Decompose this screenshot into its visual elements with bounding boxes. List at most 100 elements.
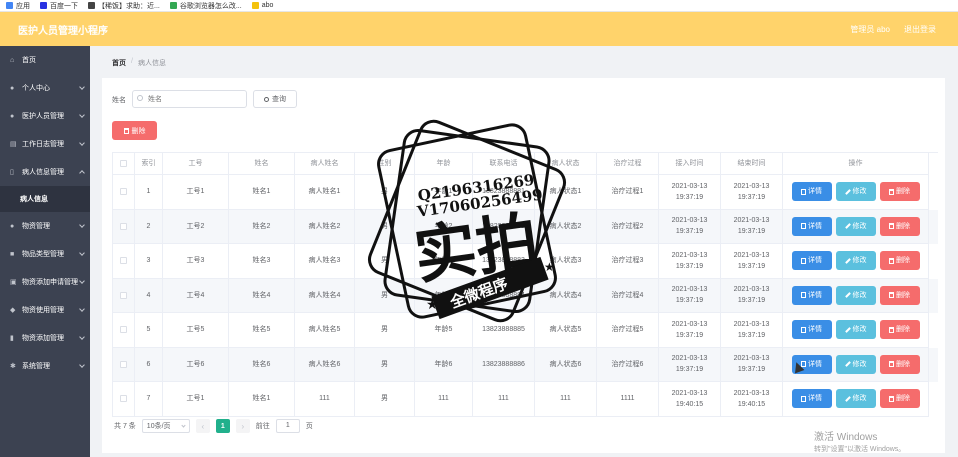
sidebar-item-label: 病人信息管理: [22, 169, 64, 176]
row-checkbox[interactable]: [120, 291, 127, 299]
page-size-select[interactable]: 10条/页: [141, 419, 190, 433]
search-button[interactable]: 查询: [253, 90, 297, 108]
actions-cell: 详情 修改 删除: [783, 244, 929, 279]
edit-button[interactable]: 修改: [835, 251, 876, 271]
table-cell: 工号4: [163, 278, 229, 313]
page-size-value: 10条/页: [146, 423, 171, 430]
table-row: 3 工号3 姓名3 病人姓名3 男年龄3 13823888883 病人状态3 治疗过程3 202…: [113, 244, 938, 279]
row-checkbox[interactable]: [120, 395, 127, 403]
actions-cell: 详情 修改 删除: [783, 313, 929, 348]
sidebar-item-label: 工作日志管理: [22, 141, 64, 148]
row-checkbox[interactable]: [120, 360, 127, 368]
goto-prefix: 前往: [255, 423, 270, 430]
table-cell: 2021-03-13 19:37:19: [659, 209, 721, 244]
delete-button[interactable]: 删除: [879, 354, 920, 374]
sidebar-item[interactable]: ● 物资管理: [0, 212, 90, 240]
sidebar-item[interactable]: ✱ 系统管理: [0, 352, 90, 380]
edit-button-label: 修改: [852, 395, 867, 403]
table-cell: 病人状态5: [535, 313, 597, 348]
breadcrumb: 首页 / 病人信息: [112, 58, 166, 68]
bookmark-item[interactable]: 应用: [6, 1, 30, 11]
select-all-checkbox[interactable]: [120, 160, 127, 167]
logout-link[interactable]: 退出登录: [904, 24, 936, 35]
chevron-down-icon: [79, 140, 85, 146]
table-cell: 男: [355, 347, 415, 382]
bulk-delete-button[interactable]: 删除: [112, 121, 157, 140]
sidebar-item[interactable]: ■ 物品类型管理: [0, 240, 90, 268]
table-cell: 1: [135, 175, 163, 210]
prev-page-button[interactable]: ‹: [195, 419, 210, 433]
table-cell: 病人状态2: [535, 209, 597, 244]
sidebar-item[interactable]: ▮ 物资添加管理: [0, 324, 90, 352]
apply-icon: ▣: [10, 278, 17, 286]
delete-button[interactable]: 删除: [879, 251, 920, 271]
table-cell: 6: [135, 347, 163, 382]
bookmark-label: 谷歌浏览器怎么改...: [179, 2, 242, 10]
bookmark-item[interactable]: 【稀饭】求助：近...: [88, 1, 160, 11]
edit-button[interactable]: 修改: [835, 285, 876, 305]
document-icon: [801, 223, 806, 230]
trash-icon: [889, 361, 894, 368]
sidebar-item[interactable]: ▤ 工作日志管理: [0, 130, 90, 158]
detail-button[interactable]: 详情: [791, 216, 832, 236]
row-checkbox[interactable]: [120, 257, 127, 265]
chevron-down-icon: [79, 112, 85, 118]
delete-button[interactable]: 删除: [879, 285, 920, 305]
detail-button[interactable]: 详情: [791, 285, 832, 305]
breadcrumb-home[interactable]: 首页: [112, 58, 126, 68]
page-number-current[interactable]: 1: [215, 419, 230, 433]
sidebar-item[interactable]: ◆ 物资使用管理: [0, 296, 90, 324]
edit-button[interactable]: 修改: [835, 389, 876, 409]
edit-button[interactable]: 修改: [835, 354, 876, 374]
breadcrumb-separator: /: [131, 58, 133, 65]
supplies-icon: ●: [10, 222, 15, 230]
table-cell: 姓名1: [229, 175, 295, 210]
document-icon: [801, 395, 806, 402]
pagination: 共 7 条 10条/页 ‹ 1 › 前往 1 页: [114, 419, 313, 433]
detail-button[interactable]: 详情: [791, 389, 832, 409]
bookmark-icon: [88, 2, 95, 9]
document-icon: [801, 257, 806, 264]
delete-button[interactable]: 删除: [879, 389, 920, 409]
search-icon: [137, 95, 143, 101]
detail-button[interactable]: 详情: [791, 251, 832, 271]
detail-button[interactable]: 详情: [791, 320, 832, 340]
sidebar-item[interactable]: ● 个人中心: [0, 74, 90, 102]
delete-button[interactable]: 删除: [879, 216, 920, 236]
delete-button[interactable]: 删除: [879, 182, 920, 202]
bookmark-item[interactable]: abo: [251, 2, 273, 9]
bookmark-item[interactable]: 百度一下: [40, 1, 78, 11]
pencil-icon: [844, 326, 851, 333]
bulk-delete-label: 删除: [131, 127, 146, 135]
edit-button[interactable]: 修改: [835, 182, 876, 202]
row-checkbox[interactable]: [120, 188, 127, 196]
column-header: 工号: [163, 153, 229, 175]
sidebar-item[interactable]: ● 医护人员管理: [0, 102, 90, 130]
edit-button-label: 修改: [852, 360, 867, 368]
edit-button[interactable]: 修改: [835, 216, 876, 236]
column-header: 病人姓名: [295, 153, 355, 175]
row-checkbox[interactable]: [120, 222, 127, 230]
detail-button[interactable]: 详情: [791, 182, 832, 202]
sidebar-item[interactable]: ▣ 物资添加申请管理: [0, 268, 90, 296]
table-cell: 3: [135, 244, 163, 279]
delete-button[interactable]: 删除: [879, 320, 920, 340]
table-cell: 姓名5: [229, 313, 295, 348]
search-button-icon: [264, 96, 269, 102]
next-page-button[interactable]: ›: [235, 419, 250, 433]
pencil-icon: [844, 361, 851, 368]
row-checkbox[interactable]: [120, 326, 127, 334]
sidebar-item[interactable]: ▯ 病人信息管理: [0, 158, 90, 186]
table-cell: 治疗过程5: [597, 313, 659, 348]
table-cell: 病人状态6: [535, 347, 597, 382]
sidebar-item[interactable]: ⌂ 首页: [0, 46, 90, 74]
goto-page-input[interactable]: 1: [275, 419, 300, 433]
row-checkbox-cell: [113, 313, 135, 348]
actions-cell: 详情 修改 删除: [783, 175, 929, 210]
sidebar-subitem[interactable]: 病人信息: [0, 186, 90, 212]
table-cell: 年龄4: [415, 278, 473, 313]
table-cell: 年龄5: [415, 313, 473, 348]
edit-button[interactable]: 修改: [835, 320, 876, 340]
search-input[interactable]: [132, 90, 247, 108]
bookmark-item[interactable]: 谷歌浏览器怎么改...: [169, 1, 242, 11]
